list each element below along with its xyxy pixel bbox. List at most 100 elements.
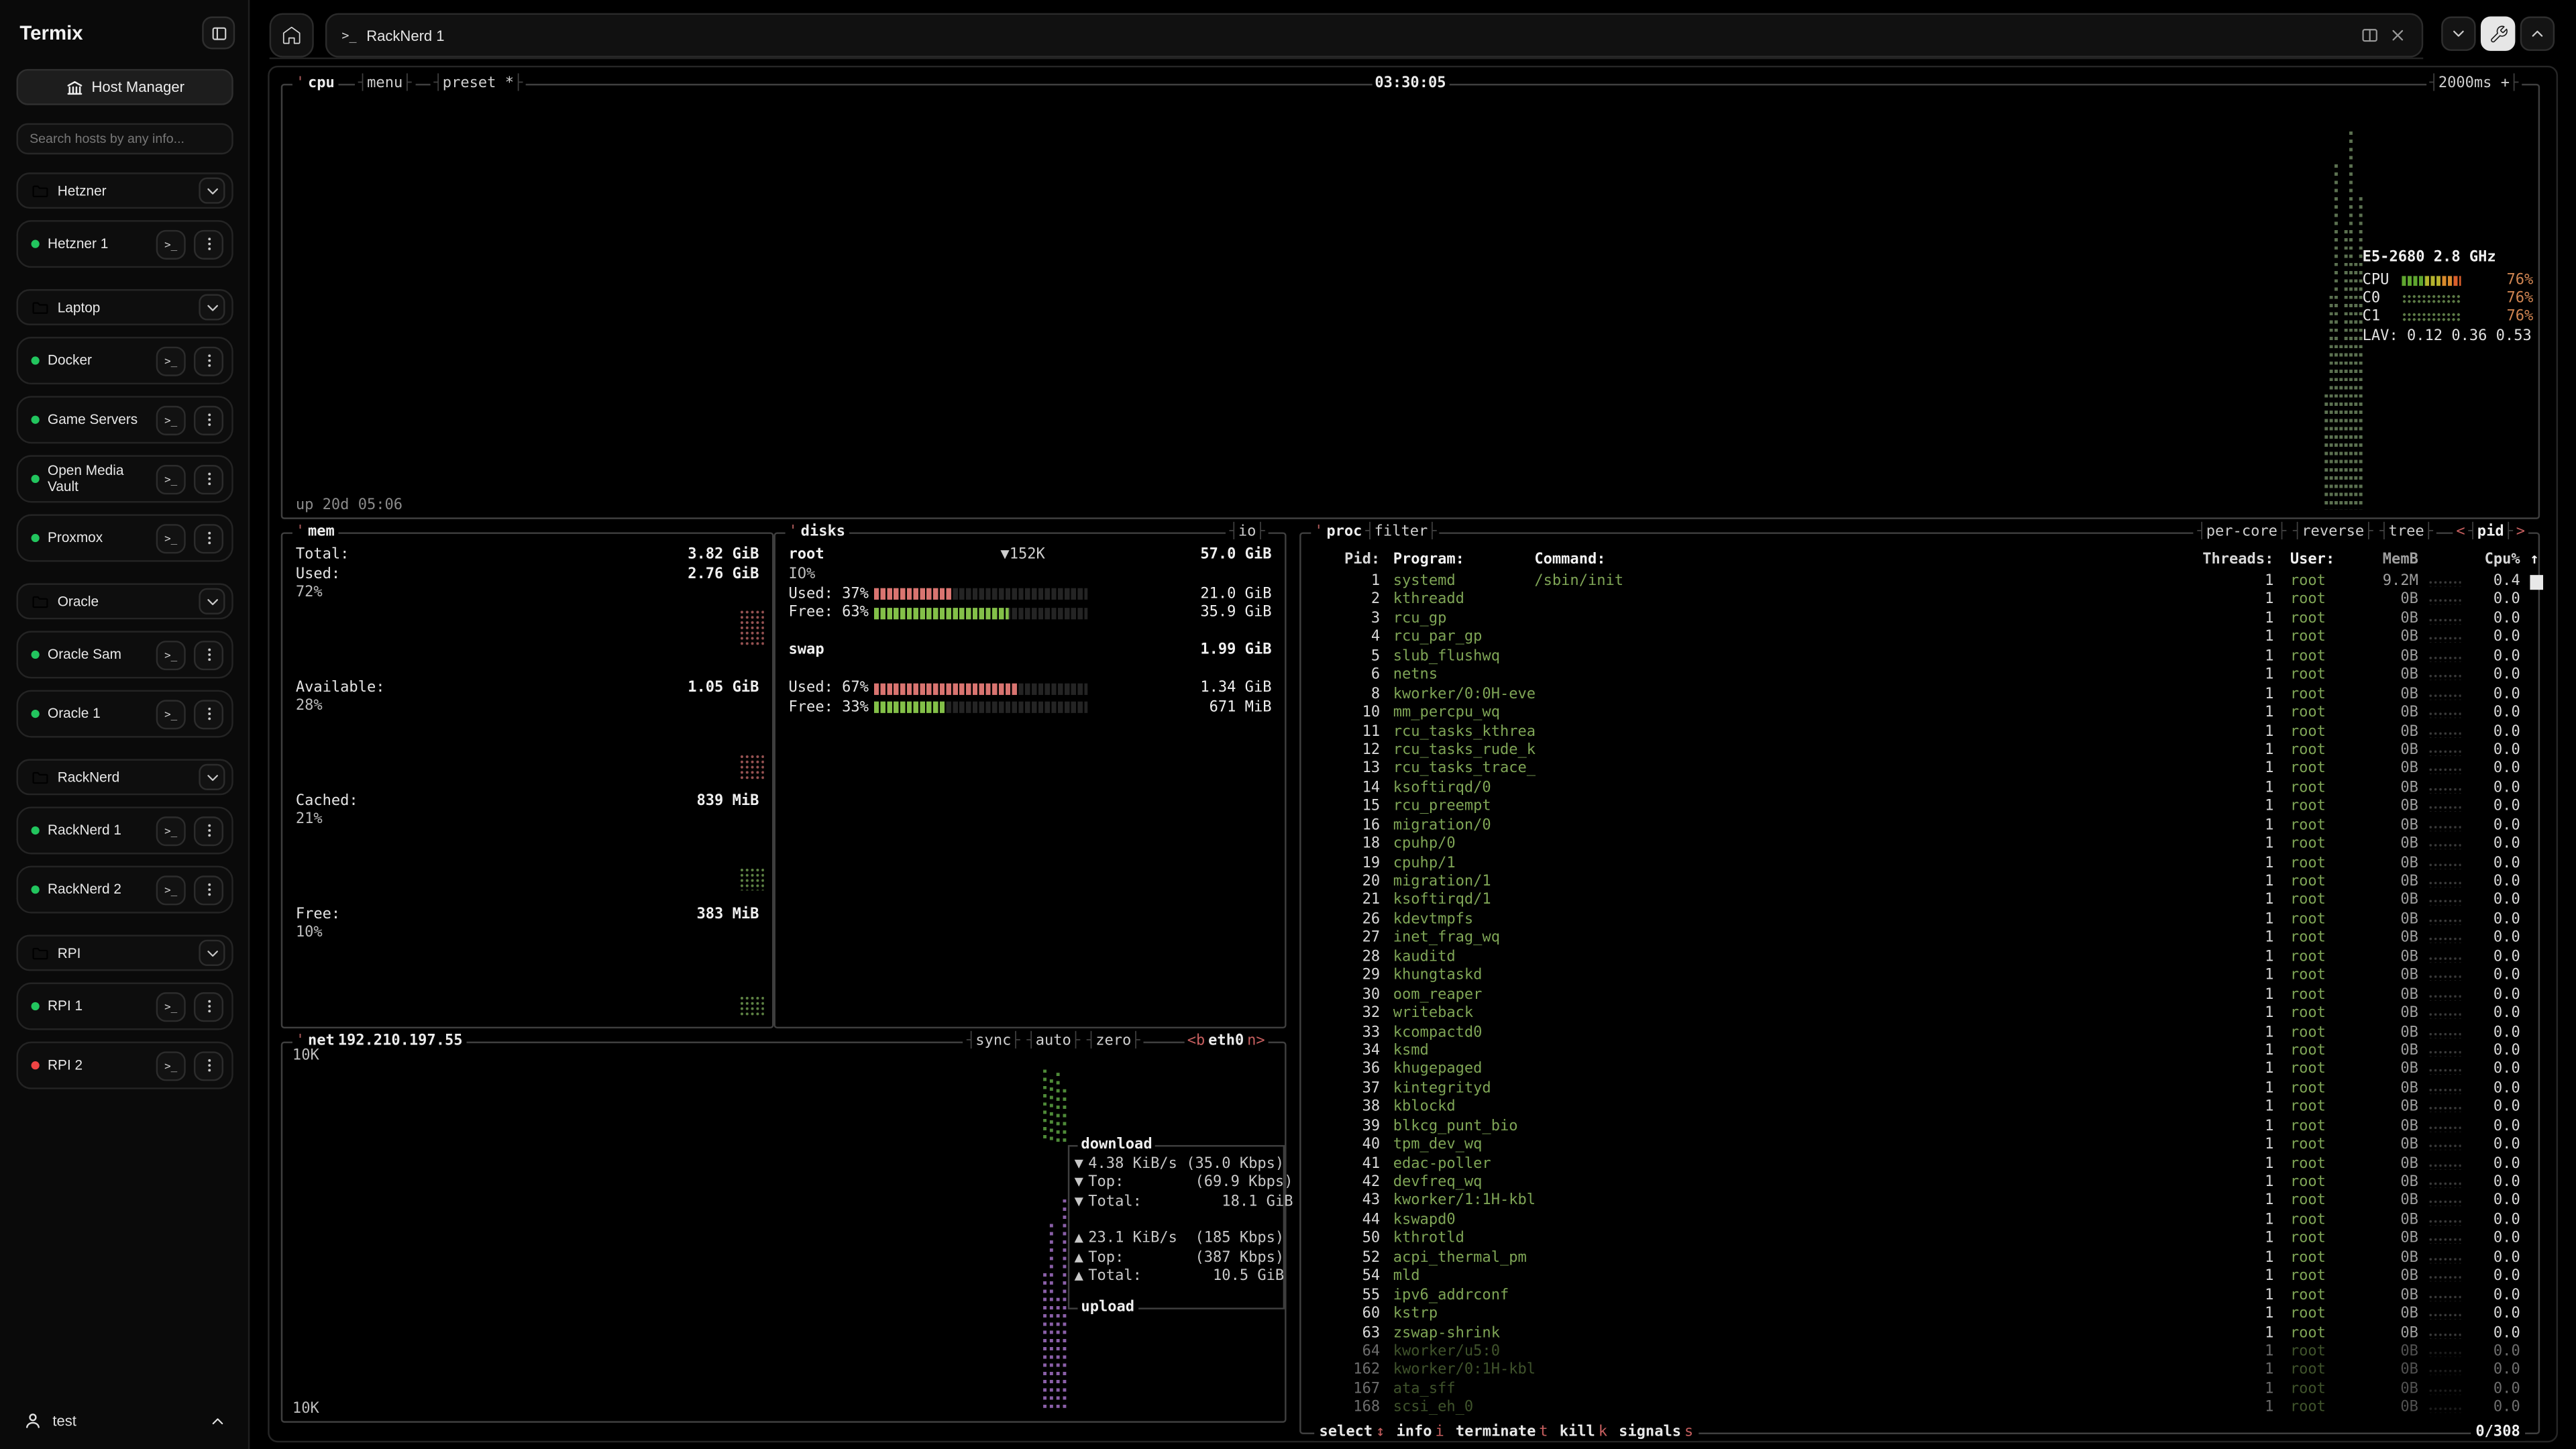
process-row[interactable]: 26kdevtmpfs 1root0B 0.0 [1314, 912, 2525, 930]
host-group-header[interactable]: RackNerd [16, 759, 233, 795]
connect-terminal-button[interactable]: >_ [156, 229, 186, 259]
process-row[interactable]: 10mm_percpu_wq 1root0B 0.0 [1314, 705, 2525, 724]
process-row[interactable]: 1systemd/sbin/init 1root9.2M 0.4 [1314, 574, 2525, 592]
process-row[interactable]: 19cpuhp/1 1root0B 0.0 [1314, 855, 2525, 874]
connect-terminal-button[interactable]: >_ [156, 699, 186, 729]
process-row[interactable]: 167ata_sff 1root0B 0.0 [1314, 1381, 2525, 1400]
process-row[interactable]: 16migration/0 1root0B 0.0 [1314, 818, 2525, 837]
proc-filter-option[interactable]: filter [1365, 524, 1436, 542]
group-collapse-button[interactable] [199, 588, 225, 614]
process-row[interactable]: 38kblockd 1root0B 0.0 [1314, 1099, 2525, 1118]
host-item[interactable]: Oracle Sam >_ [16, 631, 233, 678]
footer-key[interactable]: infoi [1396, 1424, 1444, 1442]
process-row[interactable]: 168scsi_eh_0 1root0B 0.0 [1314, 1400, 2525, 1419]
host-item[interactable]: Hetzner 1 >_ [16, 220, 233, 268]
process-row[interactable]: 43kworker/1:1H-kbl 1root0B 0.0 [1314, 1193, 2525, 1212]
process-row[interactable]: 6netns 1root0B 0.0 [1314, 667, 2525, 686]
process-row[interactable]: 28kauditd 1root0B 0.0 [1314, 949, 2525, 968]
process-row[interactable]: 11rcu_tasks_kthrea 1root0B 0.0 [1314, 724, 2525, 743]
host-menu-button[interactable] [194, 523, 223, 553]
process-row[interactable]: 50kthrotld 1root0B 0.0 [1314, 1231, 2525, 1250]
connect-terminal-button[interactable]: >_ [156, 523, 186, 553]
group-collapse-button[interactable] [199, 940, 225, 966]
process-row[interactable]: 36khugepaged 1root0B 0.0 [1314, 1062, 2525, 1081]
process-row[interactable]: 40tpm_dev_wq 1root0B 0.0 [1314, 1137, 2525, 1156]
group-collapse-button[interactable] [199, 177, 225, 203]
footer-key[interactable]: killk [1560, 1424, 1607, 1442]
update-interval[interactable]: 2000ms + [2430, 76, 2519, 94]
panel-expand-button[interactable] [2520, 16, 2555, 50]
tab-racknerd-1[interactable]: >_ RackNerd 1 [325, 13, 2423, 58]
sidebar-toggle-button[interactable] [202, 16, 235, 49]
net-zero-option[interactable]: zero [1087, 1033, 1140, 1051]
proc-reverse-option[interactable]: reverse [2293, 524, 2373, 542]
process-row[interactable]: 33kcompactd0 1root0B 0.0 [1314, 1024, 2525, 1043]
process-row[interactable]: 29khungtaskd 1root0B 0.0 [1314, 968, 2525, 987]
host-manager-button[interactable]: Host Manager [16, 69, 233, 105]
footer-key[interactable]: select↕ [1320, 1424, 1385, 1442]
process-row[interactable]: 13rcu_tasks_trace_ 1root0B 0.0 [1314, 761, 2525, 780]
connect-terminal-button[interactable]: >_ [156, 346, 186, 376]
host-menu-button[interactable] [194, 640, 223, 669]
host-menu-button[interactable] [194, 229, 223, 259]
process-row[interactable]: 4rcu_par_gp 1root0B 0.0 [1314, 630, 2525, 649]
host-menu-button[interactable] [194, 816, 223, 845]
net-sync-option[interactable]: sync [967, 1033, 1020, 1051]
host-item[interactable]: RackNerd 1 >_ [16, 806, 233, 854]
close-tab-icon[interactable] [2389, 26, 2407, 44]
process-row[interactable]: 12rcu_tasks_rude_k 1root0B 0.0 [1314, 743, 2525, 761]
proc-sort-control[interactable]: < pid > [2453, 524, 2528, 542]
host-item[interactable]: RPI 1 >_ [16, 982, 233, 1030]
net-auto-option[interactable]: auto [1026, 1033, 1080, 1051]
host-group-header[interactable]: Laptop [16, 289, 233, 325]
terminal[interactable]: 'cpu menu preset * 03:30:05 2000ms + E5-… [268, 66, 2558, 1442]
connect-terminal-button[interactable]: >_ [156, 816, 186, 845]
process-row[interactable]: 3rcu_gp 1root0B 0.0 [1314, 611, 2525, 630]
group-collapse-button[interactable] [199, 764, 225, 790]
process-row[interactable]: 27inet_frag_wq 1root0B 0.0 [1314, 930, 2525, 949]
host-item[interactable]: Game Servers >_ [16, 396, 233, 443]
process-row[interactable]: 41edac-poller 1root0B 0.0 [1314, 1156, 2525, 1175]
process-row[interactable]: 15rcu_preempt 1root0B 0.0 [1314, 799, 2525, 818]
process-row[interactable]: 21ksoftirqd/1 1root0B 0.0 [1314, 893, 2525, 912]
process-row[interactable]: 60kstrp 1root0B 0.0 [1314, 1306, 2525, 1325]
btop-menu-option[interactable]: menu [358, 76, 412, 94]
host-menu-button[interactable] [194, 346, 223, 376]
process-row[interactable]: 20migration/1 1root0B 0.0 [1314, 874, 2525, 893]
host-menu-button[interactable] [194, 875, 223, 904]
connect-terminal-button[interactable]: >_ [156, 464, 186, 494]
process-row[interactable]: 32writeback 1root0B 0.0 [1314, 1006, 2525, 1024]
iface-prev-key[interactable]: <b [1187, 1033, 1205, 1051]
connect-terminal-button[interactable]: >_ [156, 991, 186, 1021]
process-row[interactable]: 8kworker/0:0H-eve 1root0B 0.0 [1314, 686, 2525, 705]
proc-tree-option[interactable]: tree [2379, 524, 2433, 542]
host-group-header[interactable]: Hetzner [16, 172, 233, 209]
host-item[interactable]: RPI 2 >_ [16, 1042, 233, 1089]
split-view-icon[interactable] [2361, 26, 2379, 44]
connect-terminal-button[interactable]: >_ [156, 875, 186, 904]
connect-terminal-button[interactable]: >_ [156, 405, 186, 435]
host-menu-button[interactable] [194, 699, 223, 729]
host-menu-button[interactable] [194, 991, 223, 1021]
process-row[interactable]: 30oom_reaper 1root0B 0.0 [1314, 987, 2525, 1006]
btop-preset-option[interactable]: preset * [434, 76, 523, 94]
process-row[interactable]: 55ipv6_addrconf 1root0B 0.0 [1314, 1287, 2525, 1306]
group-collapse-button[interactable] [199, 294, 225, 320]
proc-percore-option[interactable]: per-core [2197, 524, 2286, 542]
iface-next-key[interactable]: n> [1247, 1033, 1265, 1051]
process-row[interactable]: 54mld 1root0B 0.0 [1314, 1269, 2525, 1287]
host-menu-button[interactable] [194, 405, 223, 435]
process-row[interactable]: 2kthreadd 1root0B 0.0 [1314, 592, 2525, 611]
host-item[interactable]: Docker >_ [16, 337, 233, 384]
process-row[interactable]: 5slub_flushwq 1root0B 0.0 [1314, 649, 2525, 667]
admin-tools-button[interactable] [2481, 16, 2515, 50]
process-table-header[interactable]: Pid: Program: Command: Threads: User: Me… [1314, 552, 2525, 570]
process-row[interactable]: 18cpuhp/0 1root0B 0.0 [1314, 837, 2525, 855]
connect-terminal-button[interactable]: >_ [156, 640, 186, 669]
footer-key[interactable]: terminatet [1456, 1424, 1548, 1442]
process-row[interactable]: 39blkcg_punt_bio 1root0B 0.0 [1314, 1118, 2525, 1137]
user-menu[interactable]: test [16, 1403, 233, 1439]
host-item[interactable]: Proxmox >_ [16, 515, 233, 562]
process-row[interactable]: 162kworker/0:1H-kbl 1root0B 0.0 [1314, 1362, 2525, 1381]
host-menu-button[interactable] [194, 1051, 223, 1080]
